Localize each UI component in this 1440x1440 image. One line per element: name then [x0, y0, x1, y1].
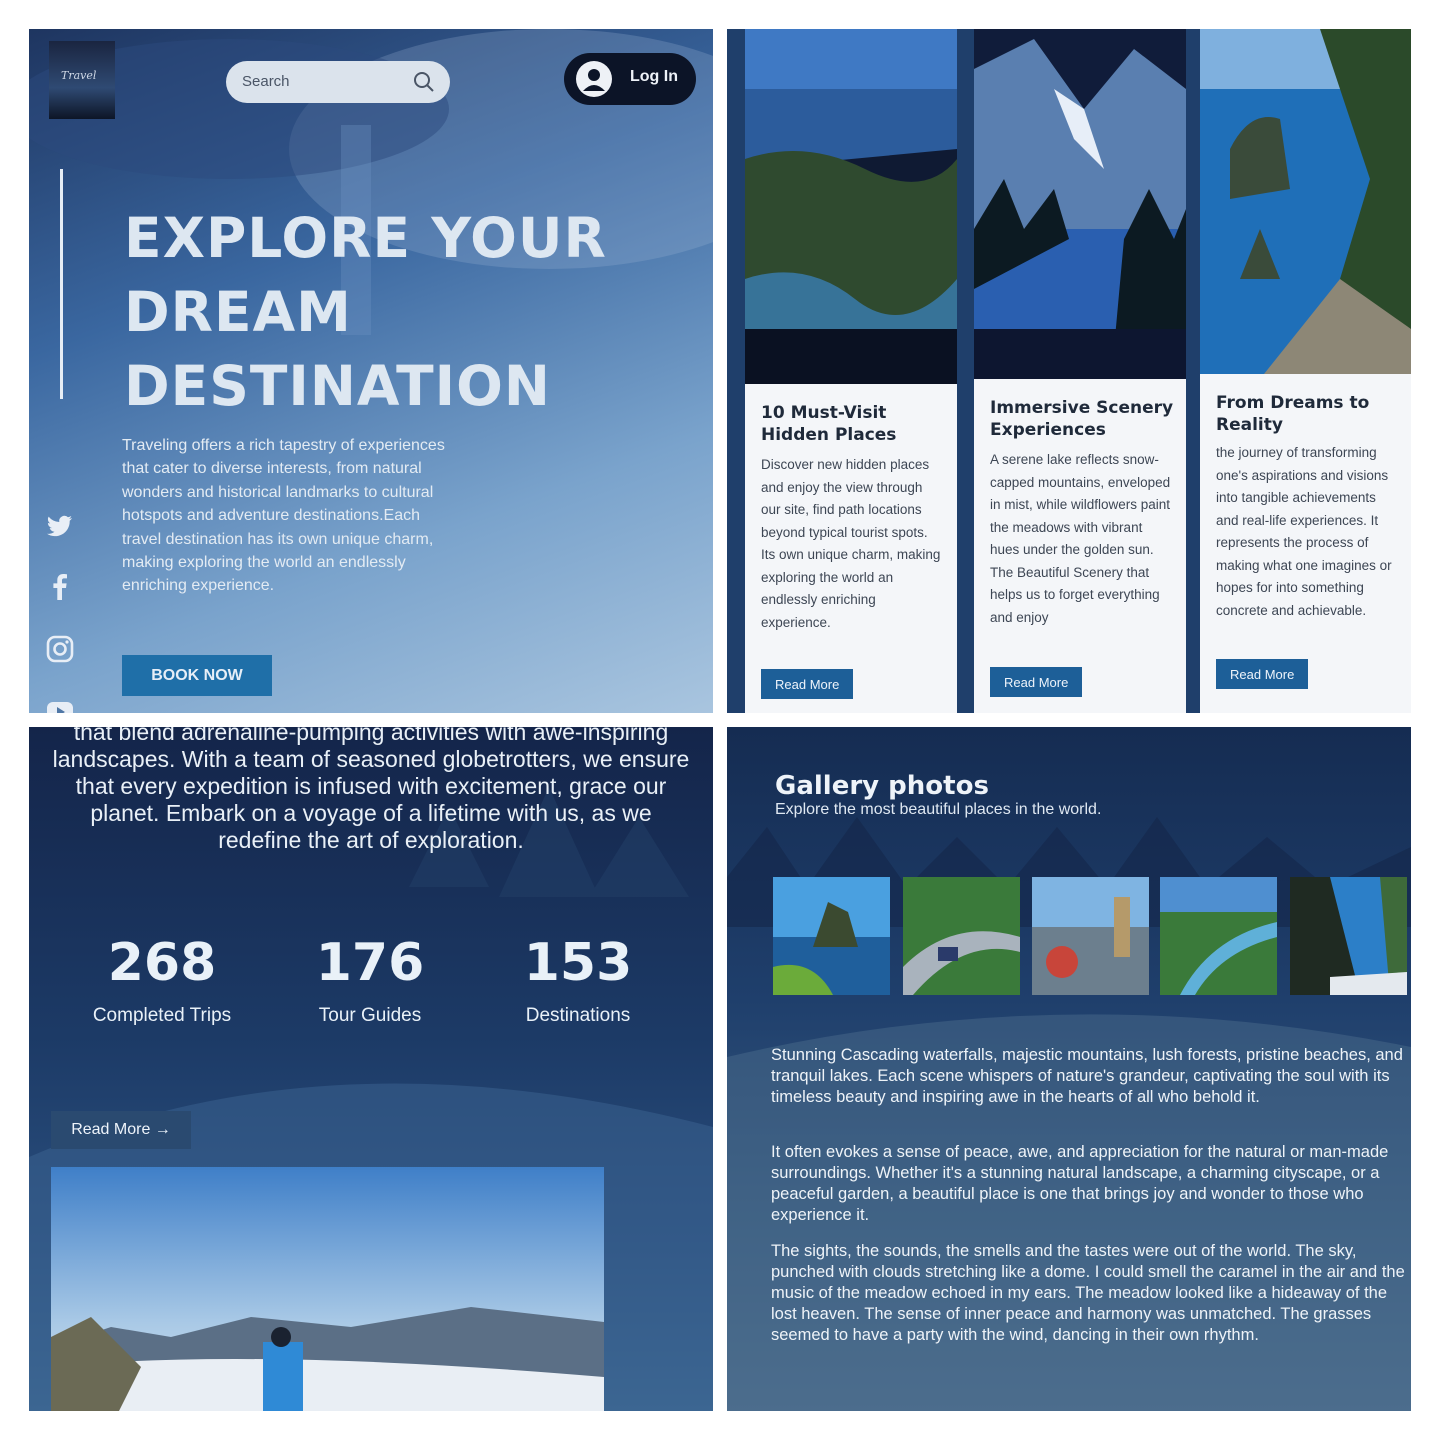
logo-text: Travel [61, 69, 97, 82]
gallery-thumbnail[interactable] [1290, 877, 1407, 995]
hero-title-line: DREAM [124, 280, 352, 344]
hero-title-line: DESTINATION [124, 354, 551, 418]
cards-panel: 10 Must-Visit Hidden Places Discover new… [727, 29, 1411, 713]
search-placeholder: Search [242, 73, 290, 90]
search-input[interactable]: Search [226, 61, 450, 103]
facebook-icon[interactable] [45, 572, 75, 602]
stat-value: 153 [523, 933, 633, 993]
article-card: 10 Must-Visit Hidden Places Discover new… [745, 29, 957, 713]
gallery-thumbnail[interactable] [903, 877, 1020, 995]
stat-item: 153 Destinations [483, 933, 673, 1027]
about-intro: that blend adrenaline-pumping activities… [52, 727, 690, 853]
card-text: A serene lake reflects snow-capped mount… [990, 452, 1171, 625]
search-icon[interactable] [412, 70, 436, 94]
login-button[interactable]: Log In [564, 53, 696, 105]
site-logo[interactable]: Travel [49, 41, 115, 119]
login-label: Log In [630, 68, 678, 85]
card-title: Immersive Scenery Experiences [990, 398, 1174, 440]
gallery-subtitle: Explore the most beautiful places in the… [775, 801, 1102, 818]
youtube-icon[interactable] [45, 697, 75, 713]
gallery-thumbnail[interactable] [1160, 877, 1277, 995]
gallery-thumbnail[interactable] [1032, 877, 1149, 995]
traveler-photo [51, 1167, 604, 1411]
gallery-paragraph: Stunning Cascading waterfalls, majestic … [771, 1046, 1403, 1106]
hero-panel: Travel Search Log In EXPLORE YOUR DREAM … [29, 29, 713, 713]
stat-item: 268 Completed Trips [67, 933, 257, 1027]
card-title: 10 Must-Visit Hidden Places [761, 403, 897, 445]
twitter-icon[interactable] [45, 511, 75, 541]
read-more-button[interactable]: Read More [990, 667, 1083, 697]
about-panel: that blend adrenaline-pumping activities… [29, 727, 713, 1411]
stat-value: 268 [107, 933, 217, 993]
article-card: From Dreams to Reality the journey of tr… [1200, 29, 1411, 713]
hero-divider [60, 169, 63, 399]
hero-title: EXPLORE YOUR DREAM DESTINATION [124, 201, 684, 423]
user-avatar-icon [576, 61, 612, 97]
card-text: the journey of transforming one's aspira… [1216, 445, 1392, 618]
card-text: Discover new hidden places and enjoy the… [761, 457, 941, 630]
instagram-icon[interactable] [45, 634, 75, 664]
stat-item: 176 Tour Guides [275, 933, 465, 1027]
read-more-button[interactable]: Read More → [51, 1111, 191, 1149]
hero-title-line: EXPLORE YOUR [124, 206, 607, 270]
gallery-thumbnail[interactable] [773, 877, 890, 995]
card-body: Immersive Scenery Experiences A serene l… [974, 379, 1186, 713]
card-body: From Dreams to Reality the journey of tr… [1200, 374, 1411, 713]
card-image [745, 29, 957, 389]
read-more-button[interactable]: Read More [761, 669, 854, 699]
card-image [1200, 29, 1411, 379]
article-card: Immersive Scenery Experiences A serene l… [974, 29, 1186, 713]
card-title: From Dreams to Reality [1216, 393, 1370, 435]
stat-label: Tour Guides [318, 1005, 422, 1026]
card-body: 10 Must-Visit Hidden Places Discover new… [745, 384, 957, 713]
card-image [974, 29, 1186, 384]
gallery-panel: Gallery photos Explore the most beautifu… [727, 727, 1411, 1411]
gallery-paragraph: It often evokes a sense of peace, awe, a… [771, 1143, 1389, 1224]
stat-value: 176 [315, 933, 425, 993]
read-more-button[interactable]: Read More [1216, 659, 1309, 689]
gallery-paragraph: The sights, the sounds, the smells and t… [771, 1242, 1405, 1344]
hero-description: Traveling offers a rich tapestry of expe… [122, 437, 445, 595]
stat-label: Destinations [525, 1005, 631, 1026]
gallery-title: Gallery photos [775, 771, 989, 801]
stat-label: Completed Trips [92, 1005, 232, 1026]
book-now-button[interactable]: BOOK NOW [122, 655, 272, 696]
